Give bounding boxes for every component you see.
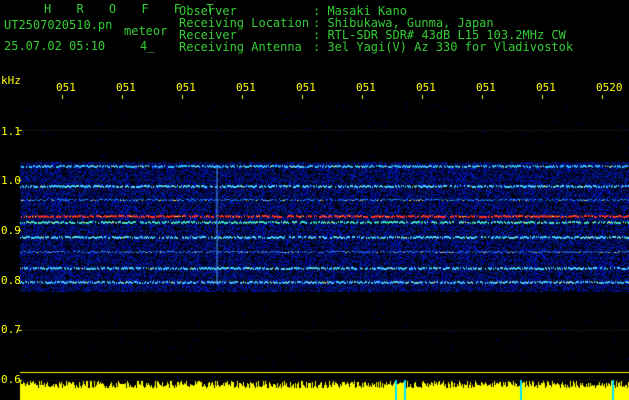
x-tick-label: 051 xyxy=(56,81,76,94)
y-tick-label: 0.7 xyxy=(1,323,21,336)
axis-unit-label: kHz xyxy=(1,74,21,87)
y-tick-label: 0.9 xyxy=(1,224,21,237)
antenna-label: Receiving Antenna xyxy=(179,40,302,54)
x-tick-label: 051 xyxy=(116,81,136,94)
x-tick-label: 051 xyxy=(536,81,556,94)
x-tick-label: 0520 xyxy=(596,81,623,94)
y-tick-label: 0.6 xyxy=(1,373,21,386)
datetime-label: 25.07.02 05:10 xyxy=(4,39,106,53)
x-tick-label: 051 xyxy=(476,81,496,94)
x-tick-label: 051 xyxy=(296,81,316,94)
y-tick-label: 0.8 xyxy=(1,274,21,287)
x-tick-label: 051 xyxy=(236,81,256,94)
antenna-value: : 3el Yagi(V) Az 330 for Vladivostok xyxy=(313,40,574,54)
spectrogram-canvas xyxy=(0,0,629,400)
x-tick-label: 051 xyxy=(176,81,196,94)
y-tick-label: 1.0 xyxy=(1,174,21,187)
mode-label: meteor xyxy=(124,24,168,38)
file-name: UT2507020510.pn xyxy=(4,18,113,32)
count-label: 4_ xyxy=(140,39,155,53)
y-tick-label: 1.1 xyxy=(1,125,21,138)
x-tick-label: 051 xyxy=(416,81,436,94)
x-tick-label: 051 xyxy=(356,81,376,94)
